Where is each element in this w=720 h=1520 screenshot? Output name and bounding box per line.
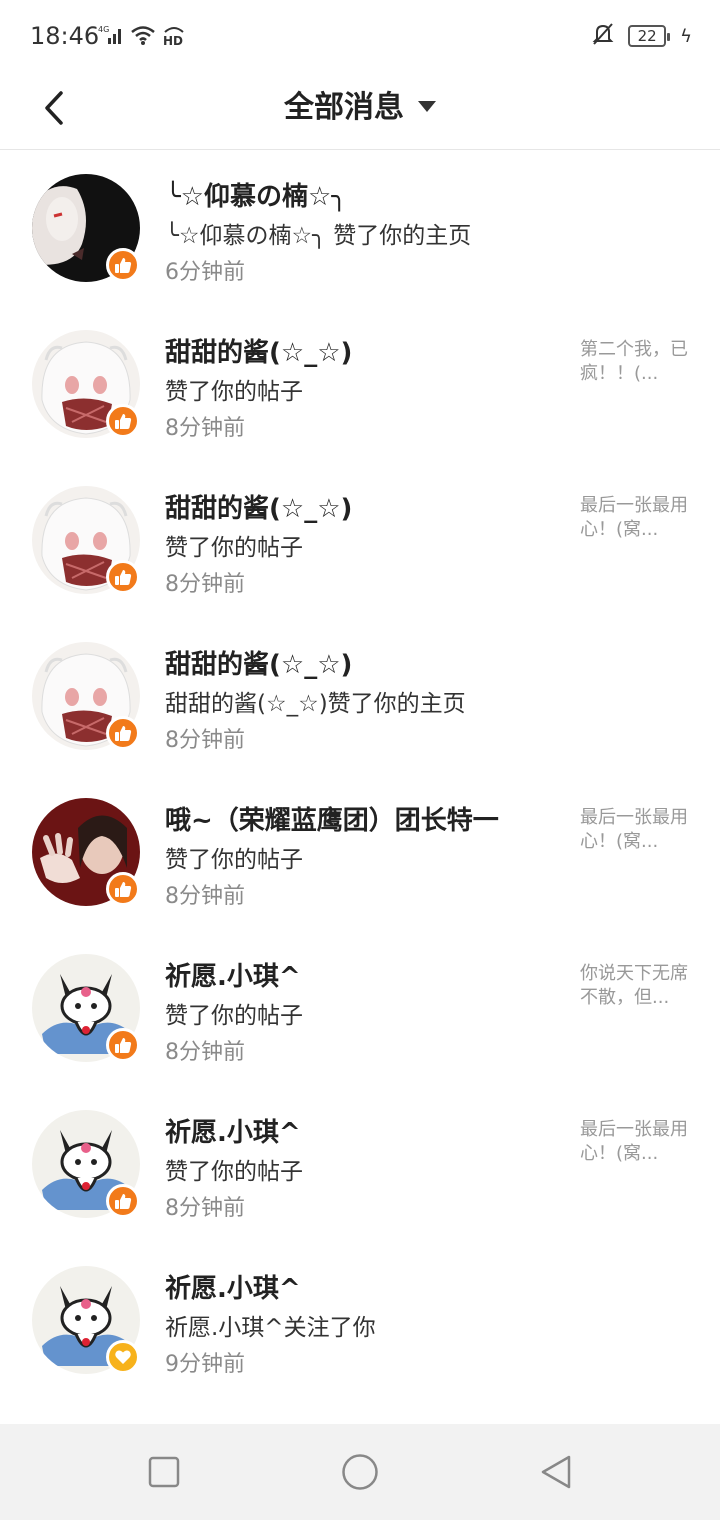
message-text: 赞了你的帖子 bbox=[165, 379, 303, 405]
status-right: 22 ϟ bbox=[592, 22, 692, 50]
message-item[interactable]: 祈愿.小琪^ 赞了你的帖子 8分钟前 你说天下无席不散，但... bbox=[0, 930, 720, 1086]
sender-name[interactable]: 甜甜的酱(☆_☆) bbox=[165, 332, 352, 369]
thumbs-up-icon bbox=[115, 882, 132, 897]
caret-down-icon bbox=[418, 100, 436, 112]
sender-name[interactable]: 祈愿.小琪^ bbox=[165, 956, 301, 993]
square-icon bbox=[148, 1456, 180, 1488]
system-nav-bar bbox=[0, 1424, 720, 1520]
page-title: 全部消息 bbox=[284, 90, 404, 125]
thumbs-up-icon bbox=[115, 726, 132, 741]
post-preview[interactable]: 最后一张最用心！(窝... bbox=[580, 1118, 688, 1166]
triangle-back-icon bbox=[541, 1455, 571, 1489]
message-filter-dropdown[interactable]: 全部消息 bbox=[0, 82, 720, 126]
sender-name[interactable]: 甜甜的酱(☆_☆) bbox=[165, 644, 352, 681]
message-item[interactable]: 祈愿.小琪^ 祈愿.小琪^关注了你 9分钟前 bbox=[0, 1242, 720, 1398]
wifi-icon bbox=[130, 24, 156, 50]
like-badge bbox=[106, 716, 140, 750]
heart-icon bbox=[115, 1350, 131, 1364]
like-badge bbox=[106, 1028, 140, 1062]
thumbs-up-icon bbox=[115, 1038, 132, 1053]
recent-apps-button[interactable] bbox=[144, 1452, 184, 1492]
nav-back-button[interactable] bbox=[536, 1452, 576, 1492]
message-time: 8分钟前 bbox=[165, 416, 245, 441]
message-time: 8分钟前 bbox=[165, 1196, 245, 1221]
message-text: 赞了你的帖子 bbox=[165, 1159, 303, 1185]
circle-icon bbox=[342, 1454, 378, 1490]
message-item[interactable]: ╰☆仰慕の楠☆╮ ╰☆仰慕の楠☆╮ 赞了你的主页 6分钟前 bbox=[0, 150, 720, 306]
like-badge bbox=[106, 404, 140, 438]
message-item[interactable]: 哦~（荣耀蓝鹰团）团长特一 赞了你的帖子 8分钟前 最后一张最用心！(窝... bbox=[0, 774, 720, 930]
status-icons: 4G HD bbox=[98, 24, 186, 50]
message-item[interactable]: 甜甜的酱(☆_☆) 甜甜的酱(☆_☆)赞了你的主页 8分钟前 bbox=[0, 618, 720, 774]
home-button[interactable] bbox=[340, 1452, 380, 1492]
post-preview[interactable]: 最后一张最用心！(窝... bbox=[580, 494, 688, 542]
message-text: ╰☆仰慕の楠☆╮ 赞了你的主页 bbox=[165, 223, 472, 249]
post-preview[interactable]: 第二个我，已疯！！(... bbox=[580, 338, 688, 386]
status-bar: 18:46 4G HD 22 ϟ bbox=[0, 0, 720, 72]
bell-muted-icon bbox=[592, 22, 614, 50]
message-time: 8分钟前 bbox=[165, 884, 245, 909]
signal-icon: 4G bbox=[98, 24, 124, 50]
thumbs-up-icon bbox=[115, 570, 132, 585]
svg-text:4G: 4G bbox=[98, 25, 109, 34]
sender-name[interactable]: 祈愿.小琪^ bbox=[165, 1268, 301, 1305]
message-item[interactable]: 甜甜的酱(☆_☆) 赞了你的帖子 8分钟前 第二个我，已疯！！(... bbox=[0, 306, 720, 462]
like-badge bbox=[106, 248, 140, 282]
sender-name[interactable]: 祈愿.小琪^ bbox=[165, 1112, 301, 1149]
message-time: 8分钟前 bbox=[165, 728, 245, 753]
message-text: 祈愿.小琪^关注了你 bbox=[165, 1315, 376, 1341]
sender-name[interactable]: 哦~（荣耀蓝鹰团）团长特一 bbox=[165, 800, 499, 837]
like-badge bbox=[106, 560, 140, 594]
message-time: 6分钟前 bbox=[165, 260, 245, 285]
battery-icon: 22 bbox=[628, 25, 671, 47]
follow-badge bbox=[106, 1340, 140, 1374]
status-time: 18:46 bbox=[30, 22, 100, 50]
sender-name[interactable]: 甜甜的酱(☆_☆) bbox=[165, 488, 352, 525]
message-time: 8分钟前 bbox=[165, 572, 245, 597]
message-text: 赞了你的帖子 bbox=[165, 1003, 303, 1029]
post-preview[interactable]: 最后一张最用心！(窝... bbox=[580, 806, 688, 854]
thumbs-up-icon bbox=[115, 258, 132, 273]
message-list: ╰☆仰慕の楠☆╮ ╰☆仰慕の楠☆╮ 赞了你的主页 6分钟前 甜甜的酱(☆_☆) … bbox=[0, 150, 720, 1398]
message-text: 赞了你的帖子 bbox=[165, 535, 303, 561]
message-text: 赞了你的帖子 bbox=[165, 847, 303, 873]
message-time: 8分钟前 bbox=[165, 1040, 245, 1065]
thumbs-up-icon bbox=[115, 414, 132, 429]
header: 全部消息 bbox=[0, 72, 720, 150]
sender-name[interactable]: ╰☆仰慕の楠☆╮ bbox=[165, 176, 347, 213]
message-text: 甜甜的酱(☆_☆)赞了你的主页 bbox=[165, 691, 466, 717]
charging-icon: ϟ bbox=[680, 25, 692, 47]
like-badge bbox=[106, 1184, 140, 1218]
post-preview[interactable]: 你说天下无席不散，但... bbox=[580, 962, 688, 1010]
message-item[interactable]: 祈愿.小琪^ 赞了你的帖子 8分钟前 最后一张最用心！(窝... bbox=[0, 1086, 720, 1242]
hd-icon: HD bbox=[162, 24, 186, 50]
thumbs-up-icon bbox=[115, 1194, 132, 1209]
message-item[interactable]: 甜甜的酱(☆_☆) 赞了你的帖子 8分钟前 最后一张最用心！(窝... bbox=[0, 462, 720, 618]
svg-text:HD: HD bbox=[163, 34, 183, 46]
message-time: 9分钟前 bbox=[165, 1352, 245, 1377]
like-badge bbox=[106, 872, 140, 906]
